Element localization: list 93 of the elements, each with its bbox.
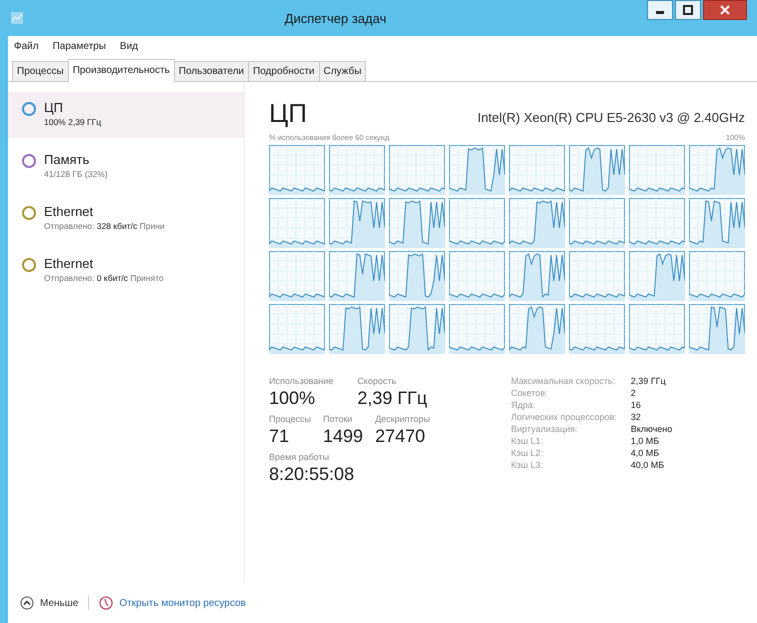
cpu-graph <box>269 304 325 354</box>
tab[interactable]: Производительность <box>68 59 175 82</box>
cpu-graph <box>629 145 685 195</box>
cpu-graph <box>509 198 565 248</box>
cpu-graph <box>509 251 565 301</box>
cpu-model: Intel(R) Xeon(R) CPU E5-2630 v3 @ 2.40GHz <box>477 110 745 125</box>
cpu-graph <box>509 145 565 195</box>
resource-item[interactable]: Ethernet Отправлено: 328 кбит/с Прини <box>8 196 244 242</box>
cpu-graph <box>569 304 625 354</box>
cpu-graph <box>449 145 505 195</box>
spec-value: 32 <box>630 412 642 422</box>
cpu-graph <box>269 145 325 195</box>
cpu-graph <box>629 251 685 301</box>
spec-label: Максимальная скорость: <box>511 376 616 386</box>
stat-label: Использование <box>269 376 334 386</box>
resource-detail: Отправлено: 328 кбит/с Прини <box>44 221 165 231</box>
maximize-icon <box>683 5 693 15</box>
spec-label: Виртуализация: <box>511 424 578 434</box>
stat-value: 71 <box>269 426 290 447</box>
cpu-graph <box>389 198 445 248</box>
menu-item[interactable]: Вид <box>120 41 138 52</box>
resource-item[interactable]: Ethernet Отправлено: 0 кбит/с Принято <box>8 248 244 294</box>
cpu-graph <box>689 304 745 354</box>
spec-label: Сокетов: <box>511 388 549 398</box>
resource-name: Память <box>44 152 90 167</box>
tab[interactable]: Пользователи <box>174 61 250 81</box>
menu-item[interactable]: Файл <box>14 41 39 52</box>
tab[interactable]: Подробности <box>248 61 320 81</box>
app-icon <box>10 11 24 25</box>
spec-label: Логических процессоров: <box>511 412 617 422</box>
stat-value: 100% <box>269 388 316 409</box>
spec-label: Ядра: <box>511 400 536 410</box>
cpu-graph <box>509 304 565 354</box>
tab[interactable]: Службы <box>318 61 366 81</box>
spec-value: Включено <box>630 424 672 434</box>
cpu-graph <box>629 198 685 248</box>
spec-value: 4,0 МБ <box>630 448 660 458</box>
spec-label: Кэш L1: <box>511 436 544 446</box>
spec-label: Кэш L3: <box>511 460 544 470</box>
resource-name: ЦП <box>44 100 64 115</box>
panel-title: ЦП <box>269 98 307 129</box>
spec-value: 40,0 МБ <box>630 460 666 470</box>
minimize-button[interactable] <box>647 0 673 20</box>
resource-name: Ethernet <box>44 204 94 219</box>
resource-monitor-icon <box>99 596 114 610</box>
cpu-graph <box>689 145 745 195</box>
spec-value: 1,0 МБ <box>630 436 660 446</box>
resource-name: Ethernet <box>44 256 94 271</box>
cpu-graph <box>389 304 445 354</box>
window-title: Диспетчер задач <box>284 10 388 26</box>
stat-label: Скорость <box>357 376 398 386</box>
stat-value: 27470 <box>375 426 426 447</box>
spec-label: Кэш L2: <box>511 448 544 458</box>
stat-label: Процессы <box>269 414 312 424</box>
stat-label: Время работы <box>269 452 330 462</box>
resource-item[interactable]: ЦП 100% 2,39 ГГц <box>8 92 244 138</box>
cpu-graph <box>449 304 505 354</box>
maximize-button[interactable] <box>675 0 701 20</box>
cpu-graph <box>329 198 385 248</box>
stat-label: Потоки <box>323 414 354 424</box>
stat-label: Дескрипторы <box>375 414 430 424</box>
cpu-graph <box>389 145 445 195</box>
cpu-graph <box>629 304 685 354</box>
cpu-graph <box>329 304 385 354</box>
tab[interactable]: Процессы <box>12 61 69 81</box>
open-resource-monitor-link[interactable]: Открыть монитор ресурсов <box>119 598 246 608</box>
resource-item[interactable]: Память 41/128 ГБ (32%) <box>8 144 244 190</box>
cpu-graph <box>329 251 385 301</box>
stat-value: 1499 <box>323 426 364 447</box>
cpu-graph <box>269 251 325 301</box>
cpu-graph <box>389 251 445 301</box>
cpu-graph <box>449 198 505 248</box>
collapse-icon <box>20 596 34 610</box>
close-icon <box>720 5 730 15</box>
spec-value: 2,39 ГГц <box>630 376 667 386</box>
cpu-graph <box>569 251 625 301</box>
resource-detail: 41/128 ГБ (32%) <box>44 169 108 179</box>
cpu-graph <box>569 198 625 248</box>
resource-detail: 100% 2,39 ГГц <box>44 117 102 127</box>
stat-value: 8:20:55:08 <box>269 464 356 485</box>
close-button[interactable] <box>703 0 747 20</box>
resource-detail: Отправлено: 0 кбит/с Принято <box>44 273 164 283</box>
spec-value: 2 <box>630 388 637 398</box>
stat-value: 2,39 ГГц <box>357 388 428 409</box>
spec-value: 16 <box>630 400 642 410</box>
fewer-details-button[interactable]: Меньше <box>20 596 78 610</box>
cpu-graph <box>329 145 385 195</box>
cpu-graph <box>569 145 625 195</box>
cpu-graph <box>449 251 505 301</box>
cpu-graph <box>689 198 745 248</box>
menu-item[interactable]: Параметры <box>52 41 106 52</box>
cpu-graph <box>269 198 325 248</box>
cpu-graph <box>689 251 745 301</box>
